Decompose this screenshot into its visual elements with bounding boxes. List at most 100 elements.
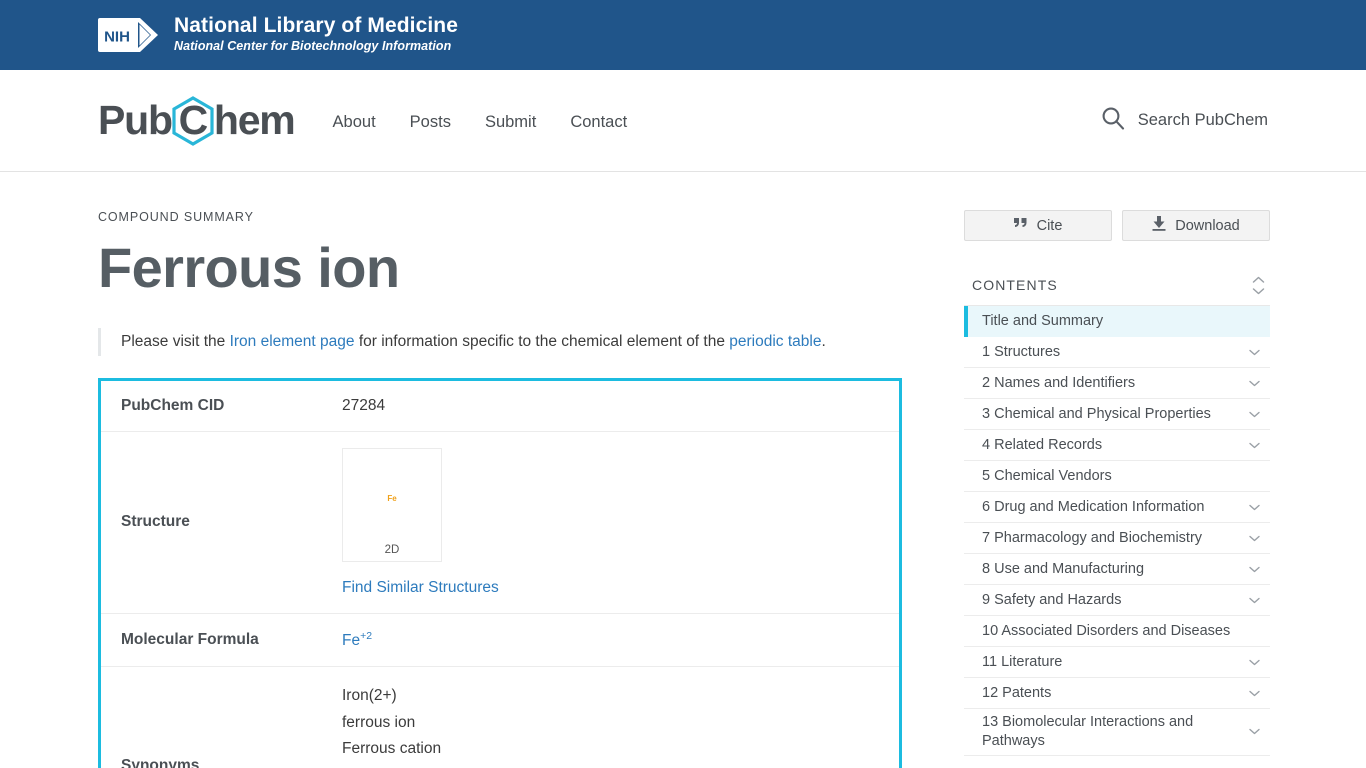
iron-element-page-link[interactable]: Iron element page (230, 333, 355, 350)
page-body: COMPOUND SUMMARY Ferrous ion Please visi… (0, 172, 1366, 768)
expand-collapse-all-icon[interactable] (1250, 274, 1266, 296)
formula-value: Fe+2 (342, 614, 899, 666)
toc-label: 2 Names and Identifiers (982, 374, 1136, 391)
toc-label: 3 Chemical and Physical Properties (982, 405, 1211, 422)
nav-link-submit[interactable]: Submit (485, 113, 536, 132)
sidebar: Cite Download CONTENTS Title and Summary… (964, 172, 1270, 768)
chevron-down-icon[interactable] (1248, 501, 1260, 513)
main-navigation: Pub C hem About Posts Submit Contact Sea… (0, 70, 1366, 172)
pubchem-logo-text-2: hem (213, 97, 296, 143)
contents-title: CONTENTS (972, 277, 1058, 293)
toc-label: 10 Associated Disorders and Diseases (982, 622, 1231, 639)
chevron-down-icon[interactable] (1248, 726, 1260, 738)
find-similar-structures-link[interactable]: Find Similar Structures (342, 579, 499, 597)
chevron-down-icon[interactable] (1248, 346, 1260, 358)
cite-label: Cite (1036, 217, 1063, 234)
download-icon (1152, 216, 1166, 235)
main-column: COMPOUND SUMMARY Ferrous ion Please visi… (98, 172, 902, 768)
structure-value: Fe 2D Find Similar Structures (342, 432, 899, 613)
notice-text-before: Please visit the (121, 333, 230, 351)
structure-view-label: 2D (384, 543, 400, 556)
toc-item-related-records[interactable]: 4 Related Records (964, 430, 1270, 461)
toc-item-literature[interactable]: 11 Literature (964, 647, 1270, 678)
search-icon (1100, 105, 1126, 136)
compound-summary-table: PubChem CID 27284 Structure Fe 2D Find S… (98, 377, 902, 768)
hexagon-icon: C (171, 95, 215, 146)
toc-item-names-and-identifiers[interactable]: 2 Names and Identifiers (964, 368, 1270, 399)
formula-label: Molecular Formula (121, 630, 259, 648)
toc-label: 11 Literature (982, 653, 1063, 670)
toc-label: 7 Pharmacology and Biochemistry (982, 529, 1203, 546)
nav-links: About Posts Submit Contact (333, 109, 628, 132)
synonyms-label: Synonyms (121, 757, 200, 768)
nav-link-contact[interactable]: Contact (570, 113, 627, 132)
search-button[interactable]: Search PubChem (1100, 105, 1268, 136)
chevron-down-icon[interactable] (1248, 532, 1260, 544)
pubchem-logo[interactable]: Pub C hem (98, 95, 296, 146)
toc-item-biomolecular-interactions-and-pathways[interactable]: 13 Biomolecular Interactions and Pathway… (964, 709, 1270, 756)
periodic-table-link[interactable]: periodic table (729, 333, 821, 350)
toc-item-safety-and-hazards[interactable]: 9 Safety and Hazards (964, 585, 1270, 616)
formula-charge: +2 (360, 629, 373, 642)
nih-logo-link[interactable]: NIH National Library of Medicine Nationa… (98, 14, 458, 56)
download-label: Download (1175, 217, 1240, 234)
breadcrumb: COMPOUND SUMMARY (98, 210, 254, 224)
toc-label: 1 Structures (982, 343, 1061, 360)
formula-base: Fe (342, 631, 361, 649)
toc-label: 8 Use and Manufacturing (982, 560, 1145, 577)
toc-item-associated-disorders-and-diseases[interactable]: 10 Associated Disorders and Diseases (964, 616, 1270, 647)
formula-link[interactable]: Fe+2 (342, 629, 373, 649)
toc-label: 9 Safety and Hazards (982, 591, 1122, 608)
table-row: Structure Fe 2D Find Similar Structures (101, 432, 899, 614)
chevron-down-icon[interactable] (1248, 439, 1260, 451)
contents-header: CONTENTS (964, 274, 1270, 306)
nih-title: National Library of Medicine (174, 14, 459, 38)
cite-button[interactable]: Cite (964, 210, 1112, 241)
iron-atom-label: Fe (387, 494, 397, 504)
cid-label: PubChem CID (121, 396, 225, 414)
nav-link-posts[interactable]: Posts (410, 113, 451, 132)
synonyms-list: Iron(2+) ferrous ion Ferrous cation Iron… (342, 683, 881, 768)
toc-item-use-and-manufacturing[interactable]: 8 Use and Manufacturing (964, 554, 1270, 585)
list-item: Iron divalent ion (342, 763, 881, 768)
toc-item-structures[interactable]: 1 Structures (964, 337, 1270, 368)
nih-subtitle: National Center for Biotechnology Inform… (174, 39, 452, 54)
download-button[interactable]: Download (1122, 210, 1270, 241)
cid-value: 27284 (342, 396, 386, 414)
toc-item-drug-and-medication-information[interactable]: 6 Drug and Medication Information (964, 492, 1270, 523)
chevron-down-icon[interactable] (1248, 408, 1260, 420)
chevron-down-icon[interactable] (1248, 656, 1260, 668)
toc-label: 5 Chemical Vendors (982, 467, 1112, 484)
chevron-down-icon[interactable] (1248, 594, 1260, 606)
toc-item-patents[interactable]: 12 Patents (964, 678, 1270, 709)
toc-label: 4 Related Records (982, 436, 1103, 453)
table-row: Molecular Formula Fe+2 (101, 614, 899, 667)
toc-label: 6 Drug and Medication Information (982, 498, 1205, 515)
nih-logo-icon: NIH (98, 14, 160, 56)
toc-item-title-and-summary[interactable]: Title and Summary (964, 306, 1270, 337)
svg-text:NIH: NIH (104, 29, 130, 46)
list-item: ferrous ion (342, 713, 416, 731)
toc-item-chemical-and-physical-properties[interactable]: 3 Chemical and Physical Properties (964, 399, 1270, 430)
chevron-down-icon[interactable] (1248, 377, 1260, 389)
list-item: Ferrous cation (342, 740, 442, 758)
notice-text-after: . (821, 333, 826, 351)
nih-banner: NIH National Library of Medicine Nationa… (0, 0, 1366, 70)
page-title: Ferrous ion (98, 236, 400, 299)
pubchem-logo-text-c: C (178, 97, 209, 143)
toc-label: 13 Biomolecular Interactions and Pathway… (982, 714, 1194, 749)
list-item: Iron(2+) (342, 686, 397, 704)
toc-label: 12 Patents (982, 684, 1052, 701)
nav-link-about[interactable]: About (333, 113, 376, 132)
search-label: Search PubChem (1137, 111, 1268, 129)
chevron-down-icon[interactable] (1248, 563, 1260, 575)
structure-thumbnail[interactable]: Fe 2D (342, 447, 442, 562)
table-row: PubChem CID 27284 (101, 381, 899, 432)
pubchem-logo-text-1: Pub (98, 97, 173, 143)
notice-text-middle: for information specific to the chemical… (354, 333, 730, 351)
toc-item-pharmacology-and-biochemistry[interactable]: 7 Pharmacology and Biochemistry (964, 523, 1270, 554)
structure-label: Structure (121, 513, 190, 531)
element-notice: Please visit the Iron element page for i… (98, 328, 902, 356)
toc-item-chemical-vendors[interactable]: 5 Chemical Vendors (964, 461, 1270, 492)
chevron-down-icon[interactable] (1248, 687, 1260, 699)
